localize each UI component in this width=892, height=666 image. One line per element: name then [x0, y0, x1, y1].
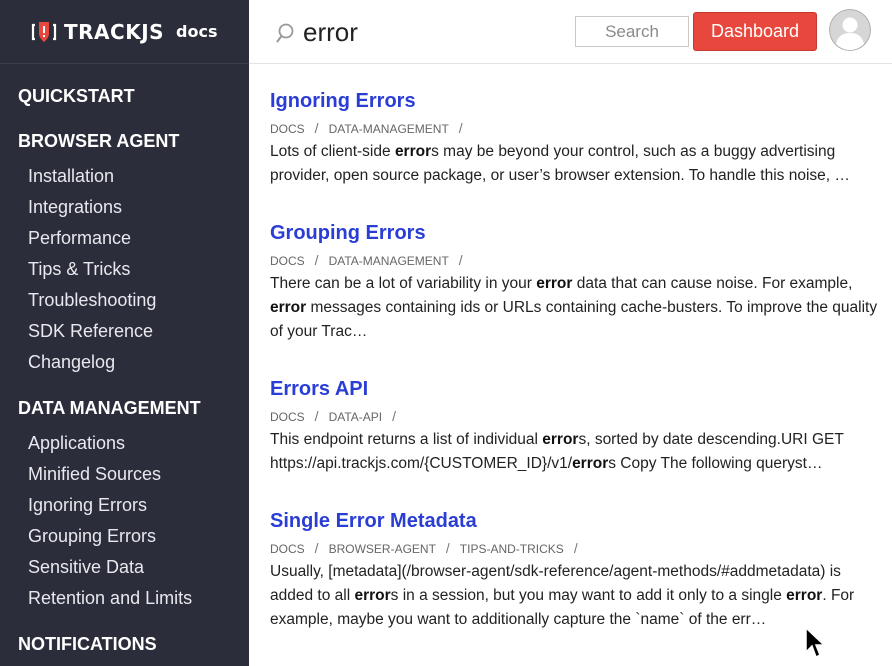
snippet-text: messages containing ids or URLs containi… — [306, 299, 878, 316]
snippet-text: of your Trac… — [270, 323, 368, 340]
breadcrumb-separator: / — [314, 540, 319, 556]
nav-section-0[interactable]: QUICKSTART — [0, 84, 249, 108]
breadcrumb-segment[interactable]: BROWSER-AGENT — [329, 542, 436, 556]
highlight-term: error — [354, 587, 391, 604]
result-title-link[interactable]: Ignoring Errors — [270, 88, 890, 114]
sidebar-item[interactable]: Integrations — [0, 192, 249, 223]
search-input[interactable] — [303, 12, 553, 52]
breadcrumb-separator: / — [314, 120, 319, 136]
result-breadcrumb: DOCS / DATA-API / — [270, 406, 890, 426]
snippet-text: s may be beyond your control, such as a … — [431, 143, 836, 160]
avatar[interactable] — [829, 9, 871, 51]
highlight-term: error — [572, 455, 609, 472]
mouse-cursor-icon — [805, 626, 826, 659]
snippet-line: There can be a lot of variability in you… — [270, 272, 890, 296]
sidebar-item[interactable]: SDK Reference — [0, 316, 249, 347]
result-title-link[interactable]: Single Error Metadata — [270, 508, 890, 534]
sidebar-item[interactable]: Troubleshooting — [0, 285, 249, 316]
snippet-line: https://api.trackjs.com/{CUSTOMER_ID}/v1… — [270, 452, 890, 476]
sidebar-item[interactable]: Changelog — [0, 347, 249, 378]
snippet-line: example, maybe you want to additionally … — [270, 608, 890, 632]
snippet-line: Usually, [metadata](/browser-agent/sdk-r… — [270, 560, 890, 584]
sidebar-item[interactable]: Minified Sources — [0, 459, 249, 490]
header: Search Dashboard — [249, 0, 892, 64]
breadcrumb-segment[interactable]: DOCS — [270, 542, 305, 556]
result-item: Errors API DOCS / DATA-API / This endpoint re… — [270, 376, 890, 476]
breadcrumb-separator: / — [458, 252, 463, 268]
sidebar-item[interactable]: Ignoring Errors — [0, 490, 249, 521]
nav-section-1[interactable]: BROWSER AGENT — [0, 129, 249, 153]
snippet-text: s Copy The following queryst… — [608, 455, 823, 472]
result-snippet: Usually, [metadata](/browser-agent/sdk-r… — [270, 560, 890, 632]
nav-section-3[interactable]: NOTIFICATIONS — [0, 632, 249, 656]
sidebar-item[interactable]: Tips & Tricks — [0, 254, 249, 285]
breadcrumb-segment[interactable]: DOCS — [270, 410, 305, 424]
breadcrumb-segment[interactable]: TIPS-AND-TRICKS — [460, 542, 564, 556]
result-breadcrumb: DOCS / DATA-MANAGEMENT / — [270, 118, 890, 138]
highlight-term: error — [786, 587, 823, 604]
breadcrumb-segment[interactable]: DATA-API — [329, 410, 383, 424]
snippet-text: example, maybe you want to additionally … — [270, 611, 767, 628]
result-snippet: This endpoint returns a list of individu… — [270, 428, 890, 476]
snippet-line: provider, open source package, or user’s… — [270, 164, 890, 188]
trackjs-logo-icon — [31, 21, 57, 42]
result-title-link[interactable]: Grouping Errors — [270, 220, 890, 246]
result-item: Grouping Errors DOCS / DATA-MANAGEMENT / Ther… — [270, 220, 890, 344]
result-snippet: Lots of client-side errors may be beyond… — [270, 140, 890, 188]
snippet-text: Lots of client-side — [270, 143, 395, 160]
result-breadcrumb: DOCS / DATA-MANAGEMENT / — [270, 250, 890, 270]
snippet-line: of your Trac… — [270, 320, 890, 344]
highlight-term: error — [394, 143, 432, 160]
brand[interactable]: TRACKJS docs — [0, 0, 249, 64]
snippet-text: added to all — [270, 587, 355, 604]
breadcrumb-segment[interactable]: DOCS — [270, 254, 305, 268]
snippet-line: Lots of client-side errors may be beyond… — [270, 140, 890, 164]
search-button[interactable]: Search — [575, 16, 689, 47]
snippet-text: https://api.trackjs.com/{CUSTOMER_ID}/v1… — [270, 455, 573, 472]
brand-sub: docs — [176, 22, 218, 41]
nav-section-2[interactable]: DATA MANAGEMENT — [0, 396, 249, 420]
sidebar-item[interactable]: Grouping Errors — [0, 521, 249, 552]
breadcrumb-separator: / — [314, 408, 319, 424]
sidebar-nav: QUICKSTART BROWSER AGENT Installation Integ… — [0, 64, 249, 656]
breadcrumb-separator: / — [314, 252, 319, 268]
result-title-link[interactable]: Errors API — [270, 376, 890, 402]
sidebar-item[interactable]: Installation — [0, 161, 249, 192]
search-icon — [276, 23, 294, 43]
snippet-line: added to all errors in a session, but yo… — [270, 584, 890, 608]
snippet-text: Usually, [metadata](/browser-agent/sdk-r… — [270, 563, 841, 580]
breadcrumb-segment[interactable]: DATA-MANAGEMENT — [329, 122, 449, 136]
snippet-text: There can be a lot of variability in you… — [270, 275, 537, 292]
sidebar: TRACKJS docs QUICKSTART BROWSER AGENT Inst… — [0, 0, 249, 666]
result-item: Single Error Metadata DOCS / BROWSER-AGENT /… — [270, 508, 890, 632]
breadcrumb-separator: / — [458, 120, 463, 136]
snippet-text: s in a session, but you may want to add … — [390, 587, 787, 604]
breadcrumb-separator: / — [573, 540, 578, 556]
snippet-text: s, sorted by date descending.URI GET — [578, 431, 844, 448]
breadcrumb-segment[interactable]: DATA-MANAGEMENT — [329, 254, 449, 268]
sidebar-item[interactable]: Sensitive Data — [0, 552, 249, 583]
brand-name: TRACKJS — [64, 19, 165, 44]
snippet-text: data that can cause noise. For example, — [572, 275, 853, 292]
sidebar-item[interactable]: Applications — [0, 428, 249, 459]
sidebar-item[interactable]: Retention and Limits — [0, 583, 249, 614]
highlight-term: error — [536, 275, 573, 292]
breadcrumb-segment[interactable]: DOCS — [270, 122, 305, 136]
snippet-text: provider, open source package, or user’s… — [270, 167, 850, 184]
result-snippet: There can be a lot of variability in you… — [270, 272, 890, 344]
highlight-term: error — [542, 431, 579, 448]
breadcrumb-separator: / — [445, 540, 450, 556]
sidebar-item[interactable]: Performance — [0, 223, 249, 254]
snippet-text: . For — [822, 587, 855, 604]
breadcrumb-separator: / — [392, 408, 397, 424]
result-item: Ignoring Errors DOCS / DATA-MANAGEMENT / Lots… — [270, 88, 890, 188]
snippet-text: This endpoint returns a list of individu… — [270, 431, 543, 448]
snippet-line: error messages containing ids or URLs co… — [270, 296, 890, 320]
result-breadcrumb: DOCS / BROWSER-AGENT / TIPS-AND-TRICKS / — [270, 538, 890, 558]
highlight-term: error — [270, 299, 307, 316]
dashboard-button[interactable]: Dashboard — [693, 12, 817, 51]
snippet-line: This endpoint returns a list of individu… — [270, 428, 890, 452]
